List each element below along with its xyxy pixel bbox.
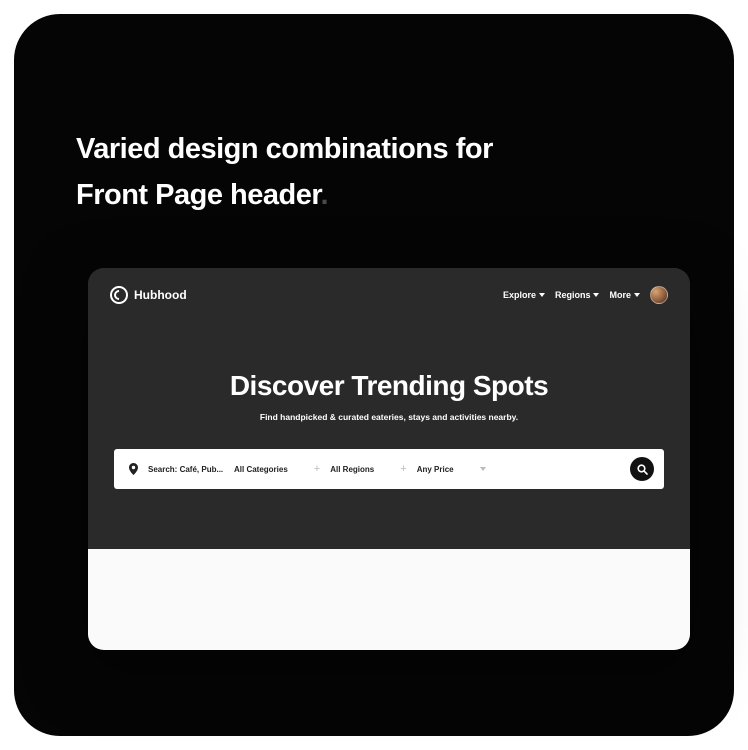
- nav-label: Regions: [555, 290, 591, 300]
- headline-line1: Varied design combinations for: [76, 133, 493, 165]
- brand-logo-icon: [110, 286, 128, 304]
- top-nav: Hubhood Explore Regions More: [88, 268, 690, 308]
- avatar[interactable]: [650, 286, 668, 304]
- nav-regions[interactable]: Regions: [555, 290, 600, 300]
- nav-menu: Explore Regions More: [503, 286, 668, 304]
- hero-section: Hubhood Explore Regions More: [88, 268, 690, 549]
- location-icon: [128, 463, 138, 475]
- headline-line2: Front Page header: [76, 179, 321, 211]
- content-area: [88, 549, 690, 650]
- chevron-down-icon: [593, 293, 599, 297]
- headline: Varied design combinations for Front Pag…: [76, 126, 672, 219]
- search-button[interactable]: [630, 457, 654, 481]
- brand[interactable]: Hubhood: [110, 286, 187, 304]
- nav-explore[interactable]: Explore: [503, 290, 545, 300]
- hero-subtitle: Find handpicked & curated eateries, stay…: [88, 412, 690, 422]
- headline-dot: .: [321, 179, 329, 211]
- filter-categories[interactable]: All Categories +: [234, 463, 320, 475]
- brand-name: Hubhood: [134, 288, 187, 302]
- plus-icon: +: [314, 463, 320, 475]
- hero-title: Discover Trending Spots: [88, 370, 690, 402]
- nav-label: More: [609, 290, 631, 300]
- plus-icon: +: [400, 463, 406, 475]
- filter-label: All Regions: [330, 465, 374, 474]
- chevron-down-icon: [634, 293, 640, 297]
- nav-label: Explore: [503, 290, 536, 300]
- filter-regions[interactable]: All Regions +: [330, 463, 406, 475]
- filter-label: Any Price: [417, 465, 454, 474]
- filter-price[interactable]: Any Price: [417, 465, 486, 474]
- filter-label: All Categories: [234, 465, 288, 474]
- promo-card: Varied design combinations for Front Pag…: [14, 14, 734, 736]
- chevron-down-icon: [539, 293, 545, 297]
- nav-more[interactable]: More: [609, 290, 640, 300]
- preview-window: Hubhood Explore Regions More: [88, 268, 690, 650]
- search-bar: All Categories + All Regions + Any Price: [114, 449, 664, 489]
- chevron-down-icon: [480, 467, 486, 471]
- search-input[interactable]: [148, 465, 224, 474]
- search-icon: [637, 464, 648, 475]
